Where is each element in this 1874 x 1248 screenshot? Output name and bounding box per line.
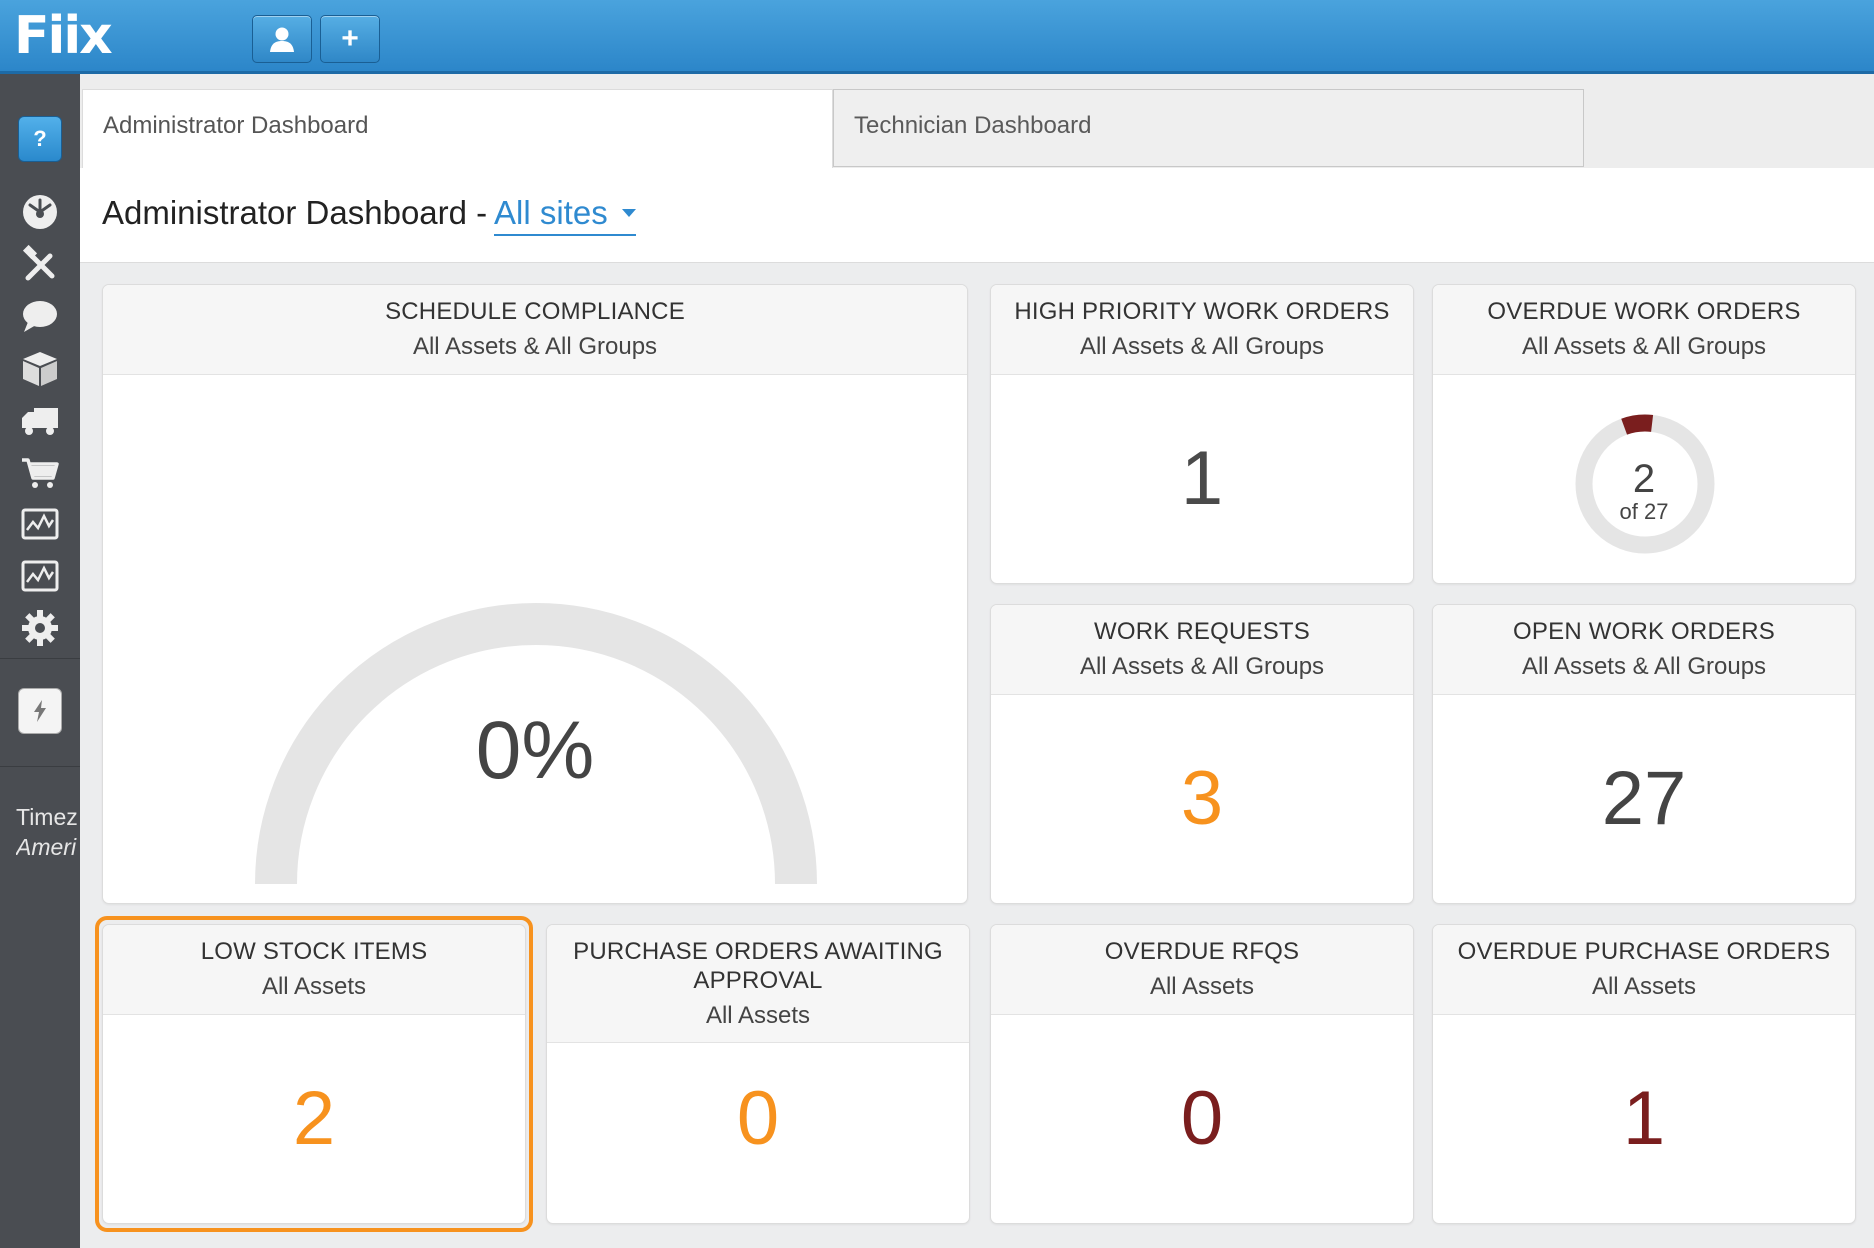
sidebar-item-messages[interactable]	[0, 296, 80, 336]
widget-header: HIGH PRIORITY WORK ORDERS All Assets & A…	[991, 285, 1413, 375]
widget-subtitle: All Assets	[705, 1002, 811, 1029]
widget-title: HIGH PRIORITY WORK ORDERS	[1014, 298, 1390, 325]
chevron-down-icon	[621, 209, 636, 217]
sidebar-item-reports[interactable]	[0, 504, 80, 544]
cart-icon	[22, 458, 59, 488]
tools-icon	[22, 244, 55, 281]
widget-title: PURCHASE ORDERS AWAITING	[573, 938, 943, 965]
widget-title: SCHEDULE COMPLIANCE	[385, 298, 685, 325]
dashboard-icon	[23, 195, 57, 229]
gear-icon	[22, 610, 58, 646]
widget-header: OPEN WORK ORDERS All Assets & All Groups	[1433, 605, 1855, 695]
overdue-count: 2	[1632, 457, 1656, 501]
site-selector[interactable]: All sites	[494, 194, 636, 236]
sidebar-item-purchasing[interactable]	[0, 452, 80, 492]
widget-value: 1	[1622, 1076, 1666, 1161]
sidebar-item-vendors[interactable]	[0, 400, 80, 440]
user-icon	[270, 27, 294, 52]
timezone-value: Ameri	[16, 834, 77, 860]
add-button[interactable]: +	[320, 15, 380, 63]
widget-subtitle: All Assets & All Groups	[1079, 333, 1325, 360]
help-button[interactable]: ?	[18, 116, 62, 162]
widget-title: OVERDUE PURCHASE ORDERS	[1457, 938, 1831, 965]
widget-title: OVERDUE WORK ORDERS	[1487, 298, 1801, 325]
overdue-total: of 27	[1619, 499, 1669, 524]
report-icon	[21, 508, 59, 540]
widget-header: PURCHASE ORDERS AWAITING APPROVAL All As…	[547, 925, 969, 1043]
compliance-value: 0%	[475, 705, 595, 796]
sidebar-item-maintenance[interactable]	[0, 244, 80, 284]
sidebar-item-inventory[interactable]	[0, 348, 80, 388]
truck-icon	[22, 408, 58, 435]
widget-work-requests[interactable]: WORK REQUESTS All Assets & All Groups 3	[990, 604, 1414, 904]
widget-subtitle: All Assets & All Groups	[1079, 653, 1325, 680]
page-title: Administrator Dashboard -	[102, 194, 488, 231]
widget-low-stock-items[interactable]: LOW STOCK ITEMS All Assets 2	[102, 924, 526, 1224]
quick-action-button[interactable]	[18, 688, 62, 734]
box-icon	[23, 352, 57, 386]
widget-value: 3	[1180, 756, 1224, 841]
sidebar-divider	[0, 658, 80, 659]
report-alt-icon	[21, 560, 59, 592]
widget-open-work-orders[interactable]: OPEN WORK ORDERS All Assets & All Groups…	[1432, 604, 1856, 904]
widget-value: 2	[292, 1076, 336, 1161]
widget-overdue-purchase-orders[interactable]: OVERDUE PURCHASE ORDERS All Assets 1	[1432, 924, 1856, 1224]
widget-value: 27	[1601, 756, 1687, 841]
widget-subtitle: All Assets	[261, 973, 367, 1000]
widget-title: OVERDUE RFQS	[1104, 938, 1300, 965]
widget-header: OVERDUE RFQS All Assets	[991, 925, 1413, 1015]
widget-header: SCHEDULE COMPLIANCE All Assets & All Gro…	[103, 285, 967, 375]
sidebar-item-dashboard[interactable]	[0, 192, 80, 232]
widget-header: OVERDUE WORK ORDERS All Assets & All Gro…	[1433, 285, 1855, 375]
widget-subtitle: All Assets	[1149, 973, 1255, 1000]
widget-value: 0	[736, 1076, 780, 1161]
widget-title: LOW STOCK ITEMS	[200, 938, 428, 965]
chat-icon	[23, 301, 57, 332]
bolt-icon	[34, 700, 46, 722]
widget-overdue-rfqs[interactable]: OVERDUE RFQS All Assets 0	[990, 924, 1414, 1224]
tab-administrator-dashboard[interactable]: Administrator Dashboard	[82, 89, 833, 169]
widget-high-priority-work-orders[interactable]: HIGH PRIORITY WORK ORDERS All Assets & A…	[990, 284, 1414, 584]
sidebar-item-analytics[interactable]	[0, 556, 80, 596]
timezone-label: Timez	[16, 804, 78, 830]
widget-subtitle: All Assets & All Groups	[1521, 333, 1767, 360]
widget-title: OPEN WORK ORDERS	[1513, 618, 1775, 645]
widget-header: LOW STOCK ITEMS All Assets	[103, 925, 525, 1015]
widget-header: WORK REQUESTS All Assets & All Groups	[991, 605, 1413, 695]
widget-schedule-compliance[interactable]: SCHEDULE COMPLIANCE All Assets & All Gro…	[102, 284, 968, 904]
widget-subtitle: All Assets & All Groups	[412, 333, 658, 360]
widget-purchase-orders-awaiting-approval[interactable]: PURCHASE ORDERS AWAITING APPROVAL All As…	[546, 924, 970, 1224]
widget-subtitle: All Assets	[1591, 973, 1697, 1000]
widget-header: OVERDUE PURCHASE ORDERS All Assets	[1433, 925, 1855, 1015]
widget-title-line2: APPROVAL	[693, 967, 823, 994]
widget-value: 0	[1180, 1076, 1224, 1161]
widget-overdue-work-orders[interactable]: OVERDUE WORK ORDERS All Assets & All Gro…	[1432, 284, 1856, 584]
site-selector-label: All sites	[494, 194, 608, 231]
widget-value: 1	[1180, 436, 1224, 521]
sidebar: ? Timez Ameri	[0, 74, 80, 1248]
sidebar-item-settings[interactable]	[0, 608, 80, 648]
compliance-gauge	[255, 603, 817, 885]
tab-technician-dashboard[interactable]: Technician Dashboard	[833, 89, 1584, 167]
widget-subtitle: All Assets & All Groups	[1521, 653, 1767, 680]
widget-title: WORK REQUESTS	[1094, 618, 1310, 645]
user-profile-button[interactable]	[252, 15, 312, 63]
app-logo[interactable]: Fiix	[14, 6, 113, 66]
sidebar-divider	[0, 766, 80, 767]
top-bar: Fiix +	[0, 0, 1874, 74]
